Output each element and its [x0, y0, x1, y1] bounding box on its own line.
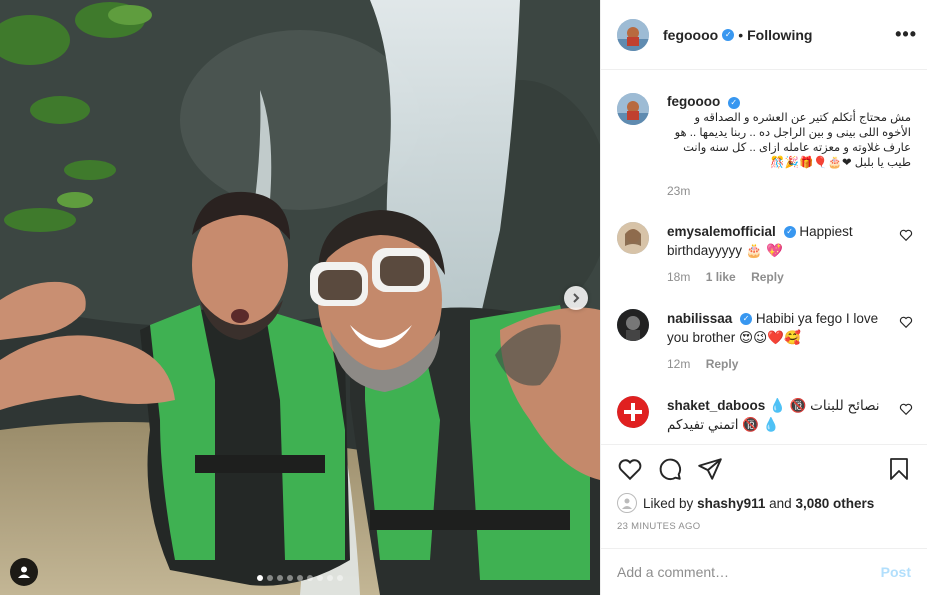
like-heart-icon[interactable]	[617, 456, 643, 482]
carousel-dot	[307, 575, 313, 581]
post-timestamp[interactable]: 23 MINUTES AGO	[617, 521, 911, 532]
carousel-indicators	[0, 575, 600, 581]
comments-list[interactable]: fegoooo ✓ مش محتاج أتكلم كتير عن العشره …	[601, 71, 927, 444]
chevron-right-icon	[573, 293, 580, 303]
comment-item: shaket_daboos نصائح للبنات 🔞 💧 اتمني تفي…	[617, 396, 913, 434]
comment-time[interactable]: 18m	[667, 270, 690, 284]
like-comment-heart-icon[interactable]	[899, 228, 913, 242]
comment-time[interactable]: 12m	[667, 357, 690, 371]
post-sidebar: fegoooo ✓ • Following ••• fegoooo ✓ مش م…	[600, 0, 927, 595]
commenter-username[interactable]: shaket_daboos	[667, 398, 765, 413]
bookmark-icon[interactable]	[887, 456, 911, 482]
verified-badge-icon: ✓	[722, 28, 735, 41]
verified-badge-icon: ✓	[740, 313, 753, 326]
reply-button[interactable]: Reply	[751, 270, 784, 284]
carousel-dot	[287, 575, 293, 581]
caption-time[interactable]: 23m	[667, 183, 911, 200]
carousel-dot	[257, 575, 263, 581]
carousel-dot	[297, 575, 303, 581]
add-comment-bar: Post	[601, 548, 927, 595]
commenter-username[interactable]: emysalemofficial	[667, 224, 776, 239]
caption: fegoooo ✓ مش محتاج أتكلم كتير عن العشره …	[617, 93, 911, 200]
post-actions: Liked by shashy911 and 3,080 others 23 M…	[601, 444, 927, 532]
post-header: fegoooo ✓ • Following •••	[601, 0, 927, 70]
carousel-dot	[327, 575, 333, 581]
post-image	[0, 0, 600, 595]
share-icon[interactable]	[697, 456, 723, 482]
liked-by-prefix: Liked by	[643, 495, 694, 511]
carousel-dot	[317, 575, 323, 581]
tagged-users-button[interactable]	[10, 558, 38, 586]
like-comment-heart-icon[interactable]	[899, 315, 913, 329]
verified-badge-icon: ✓	[727, 96, 740, 109]
post-photo[interactable]	[0, 0, 600, 595]
author-username[interactable]: fegoooo	[663, 27, 718, 43]
like-comment-heart-icon[interactable]	[899, 402, 913, 416]
likes-summary: Liked by shashy911 and 3,080 others	[617, 493, 911, 513]
comment-item: nabilissaa ✓ Habibi ya fego I love you b…	[617, 309, 913, 374]
comment-item: emysalemofficial ✓ Happiest birthdayyyyy…	[617, 222, 913, 287]
liked-by-connector: and	[769, 495, 792, 511]
caption-username[interactable]: fegoooo	[667, 94, 720, 109]
liker-avatar[interactable]	[617, 493, 637, 513]
commenter-username[interactable]: nabilissaa	[667, 311, 732, 326]
caption-avatar[interactable]	[617, 93, 649, 125]
carousel-dot	[267, 575, 273, 581]
header-separator: •	[738, 26, 744, 43]
reply-button[interactable]: Reply	[706, 357, 739, 371]
commenter-avatar[interactable]	[617, 309, 649, 341]
comment-icon[interactable]	[657, 456, 683, 482]
commenter-avatar[interactable]	[617, 396, 649, 428]
comment-input[interactable]	[617, 564, 881, 580]
carousel-dot	[337, 575, 343, 581]
more-options-icon[interactable]: •••	[895, 24, 917, 45]
caption-text: مش محتاج أتكلم كتير عن العشره و الصداقه …	[674, 112, 911, 169]
comment-likes[interactable]: 1 like	[706, 270, 736, 284]
likes-others-link[interactable]: 3,080 others	[795, 496, 874, 511]
commenter-avatar[interactable]	[617, 222, 649, 254]
following-button[interactable]: Following	[747, 27, 812, 43]
author-avatar[interactable]	[617, 18, 649, 51]
next-slide-button[interactable]	[564, 286, 588, 310]
liker-username[interactable]: shashy911	[697, 496, 765, 511]
verified-badge-icon: ✓	[783, 226, 796, 239]
post-comment-button[interactable]: Post	[881, 564, 911, 580]
carousel-dot	[277, 575, 283, 581]
